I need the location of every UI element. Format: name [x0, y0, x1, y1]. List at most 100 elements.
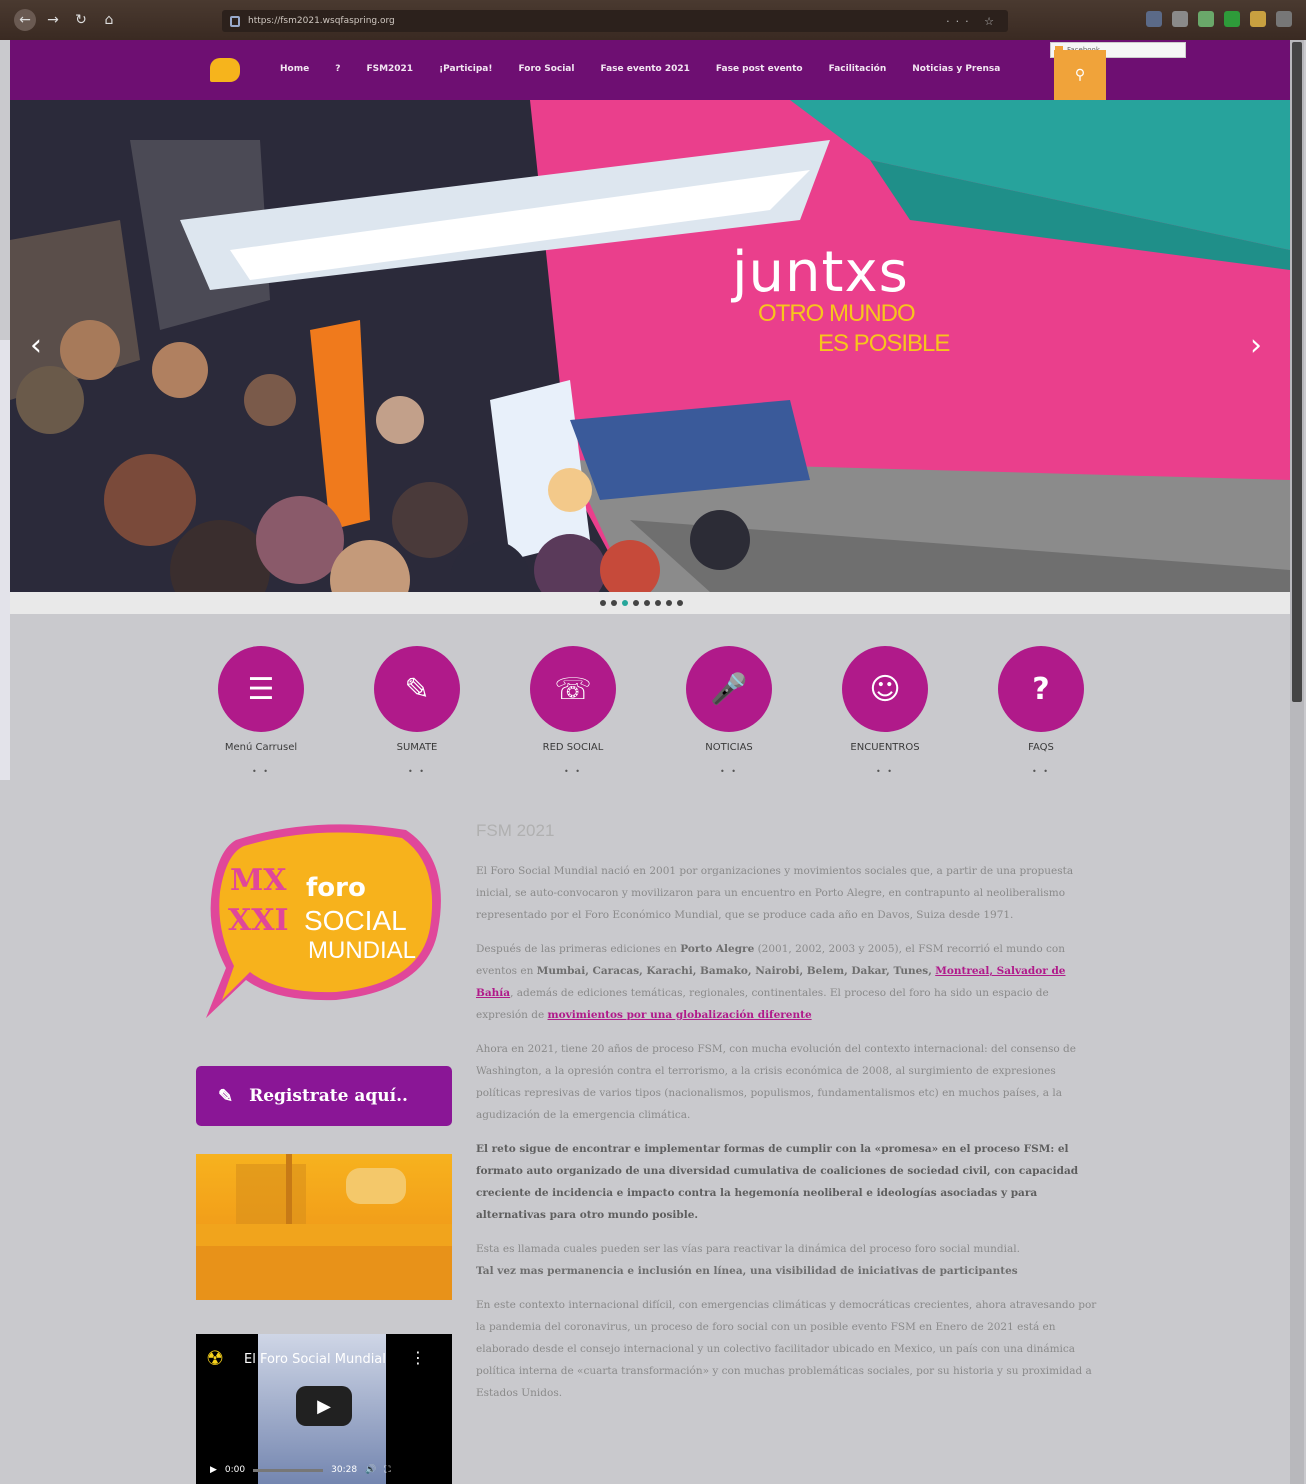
- more-options-icon[interactable]: ⋮: [410, 1348, 426, 1367]
- feature-label: SUMATE: [396, 742, 438, 753]
- video-current-time: 0:00: [224, 1465, 246, 1475]
- logo-text-social: SOCIAL: [304, 905, 407, 936]
- extension-icons: [1146, 11, 1292, 27]
- slide-dot[interactable]: [633, 600, 639, 606]
- question-icon[interactable]: ?: [998, 646, 1084, 732]
- feature-label: ENCUENTROS: [850, 742, 920, 753]
- microphone-icon[interactable]: 🎤: [686, 646, 772, 732]
- browser-toolbar: ← → ↻ ⌂ https://fsm2021.wsqfaspring.org …: [0, 0, 1306, 40]
- nav-item-noticias[interactable]: Noticias y Prensa: [912, 64, 1000, 74]
- register-label: Registrate aquí..: [249, 1086, 408, 1106]
- nav-item-foro-social[interactable]: Foro Social: [518, 64, 574, 74]
- feature-label: RED SOCIAL: [542, 742, 604, 753]
- feature-noticias[interactable]: 🎤 NOTICIAS • •: [684, 646, 774, 776]
- users-icon[interactable]: ☺: [842, 646, 928, 732]
- article-paragraph: Después de las primeras ediciones en Por…: [476, 943, 1066, 1021]
- nav-item-home[interactable]: Home: [280, 64, 309, 74]
- video-player[interactable]: ☢ El Foro Social Mundial ⋮ ▶ ▶ 0:00 30:2…: [196, 1334, 452, 1484]
- back-icon[interactable]: ←: [14, 9, 36, 31]
- slide-dot[interactable]: [622, 600, 628, 606]
- whatsapp-icon[interactable]: ☏: [530, 646, 616, 732]
- article-paragraph: El Foro Social Mundial nació en 2001 por…: [476, 865, 1074, 921]
- feature-dots: • •: [564, 767, 582, 776]
- fsm-logo: MX XXI foro SOCIAL MUNDIAL: [206, 824, 441, 1018]
- pencil-icon: ✎: [218, 1085, 234, 1107]
- article-paragraph: El reto sigue de encontrar e implementar…: [476, 1143, 1079, 1221]
- hero-title: juntxs: [732, 240, 909, 305]
- register-button[interactable]: ✎ Registrate aquí..: [196, 1066, 452, 1126]
- url-actions[interactable]: ··· ☆: [946, 15, 1000, 28]
- video-title: El Foro Social Mundial: [244, 1352, 386, 1367]
- video-progress[interactable]: [253, 1468, 324, 1472]
- pencil-icon[interactable]: ✎: [374, 646, 460, 732]
- extension-icon[interactable]: [1172, 11, 1188, 27]
- play-button[interactable]: ▶: [296, 1386, 352, 1426]
- home-icon[interactable]: ⌂: [98, 9, 120, 31]
- site-header: Home ? FSM2021 ¡Participa! Foro Social F…: [10, 40, 1290, 100]
- feature-menu-carrusel[interactable]: ☰ Menú Carrusel • •: [216, 646, 306, 776]
- slider-pagination: [10, 592, 1290, 614]
- url-bar[interactable]: https://fsm2021.wsqfaspring.org ··· ☆: [222, 10, 1008, 32]
- svg-text:MX: MX: [230, 863, 287, 898]
- search-icon: ⚲: [1074, 67, 1086, 83]
- prev-slide-icon[interactable]: ‹: [30, 328, 42, 363]
- feature-dots: • •: [1032, 767, 1050, 776]
- nav-item-help[interactable]: ?: [335, 64, 340, 74]
- search-button[interactable]: ⚲: [1054, 50, 1106, 100]
- video-duration: 30:28: [331, 1465, 358, 1475]
- nav-item-fase-evento[interactable]: Fase evento 2021: [600, 64, 689, 74]
- list-icon[interactable]: ☰: [218, 646, 304, 732]
- hero-subtitle-line2: ES POSIBLE: [818, 330, 950, 357]
- slide-dot[interactable]: [644, 600, 650, 606]
- nav-item-fsm2021[interactable]: FSM2021: [366, 64, 413, 74]
- volume-icon[interactable]: 🔊: [365, 1465, 376, 1475]
- article-paragraph: Esta es llamada cuales pueden ser las ví…: [476, 1243, 1020, 1277]
- nav-item-participa[interactable]: ¡Participa!: [439, 64, 492, 74]
- hero-slider: juntxs OTRO MUNDO ES POSIBLE ‹ ›: [10, 100, 1290, 592]
- hero-subtitle-line1: OTRO MUNDO: [758, 300, 916, 327]
- logo-text-mundial: MUNDIAL: [308, 937, 416, 964]
- menu-icon[interactable]: [1276, 11, 1292, 27]
- slide-dot[interactable]: [611, 600, 617, 606]
- url-text: https://fsm2021.wsqfaspring.org: [248, 16, 395, 26]
- feature-encuentros[interactable]: ☺ ENCUENTROS • •: [840, 646, 930, 776]
- article: FSM 2021 El Foro Social Mundial nació en…: [476, 820, 1100, 1416]
- article-paragraph: Ahora en 2021, tiene 20 años de proceso …: [476, 1043, 1076, 1121]
- article-title: FSM 2021: [476, 821, 555, 840]
- article-paragraph: En este contexto internacional difícil, …: [476, 1299, 1097, 1399]
- logo-text-foro: foro: [306, 873, 366, 903]
- fullscreen-icon[interactable]: ⛶: [384, 1465, 390, 1475]
- slide-dot[interactable]: [677, 600, 683, 606]
- feature-faqs[interactable]: ? FAQS • •: [996, 646, 1086, 776]
- main-nav: Home ? FSM2021 ¡Participa! Foro Social F…: [280, 64, 1026, 74]
- scrollbar-thumb[interactable]: [1292, 42, 1302, 702]
- slide-dot[interactable]: [655, 600, 661, 606]
- feature-sumate[interactable]: ✎ SUMATE • •: [372, 646, 462, 776]
- feature-red-social[interactable]: ☏ RED SOCIAL • •: [528, 646, 618, 776]
- feature-label: Menú Carrusel: [224, 742, 298, 753]
- reload-icon[interactable]: ↻: [70, 9, 92, 31]
- lock-icon: [230, 15, 240, 27]
- extension-icon[interactable]: [1250, 11, 1266, 27]
- feature-dots: • •: [408, 767, 426, 776]
- slide-dot[interactable]: [600, 600, 606, 606]
- feature-dots: • •: [876, 767, 894, 776]
- extension-icon[interactable]: [1146, 11, 1162, 27]
- city-image[interactable]: [196, 1154, 452, 1300]
- extension-icon[interactable]: [1224, 11, 1240, 27]
- extension-icon[interactable]: [1198, 11, 1214, 27]
- feature-dots: • •: [252, 767, 270, 776]
- hero-image: [10, 100, 1290, 592]
- article-link-movimientos[interactable]: movimientos por una globalización difere…: [548, 1009, 812, 1021]
- site-logo[interactable]: [210, 58, 240, 82]
- page-margin: [0, 340, 10, 780]
- play-icon[interactable]: ▶: [210, 1465, 217, 1475]
- radiation-icon: ☢: [206, 1346, 224, 1370]
- nav-item-fase-post-evento[interactable]: Fase post evento: [716, 64, 803, 74]
- svg-text:XXI: XXI: [228, 903, 289, 938]
- feature-label: FAQS: [1028, 742, 1054, 753]
- forward-icon[interactable]: →: [42, 9, 64, 31]
- nav-item-facilitacion[interactable]: Facilitación: [829, 64, 887, 74]
- next-slide-icon[interactable]: ›: [1250, 328, 1262, 363]
- slide-dot[interactable]: [666, 600, 672, 606]
